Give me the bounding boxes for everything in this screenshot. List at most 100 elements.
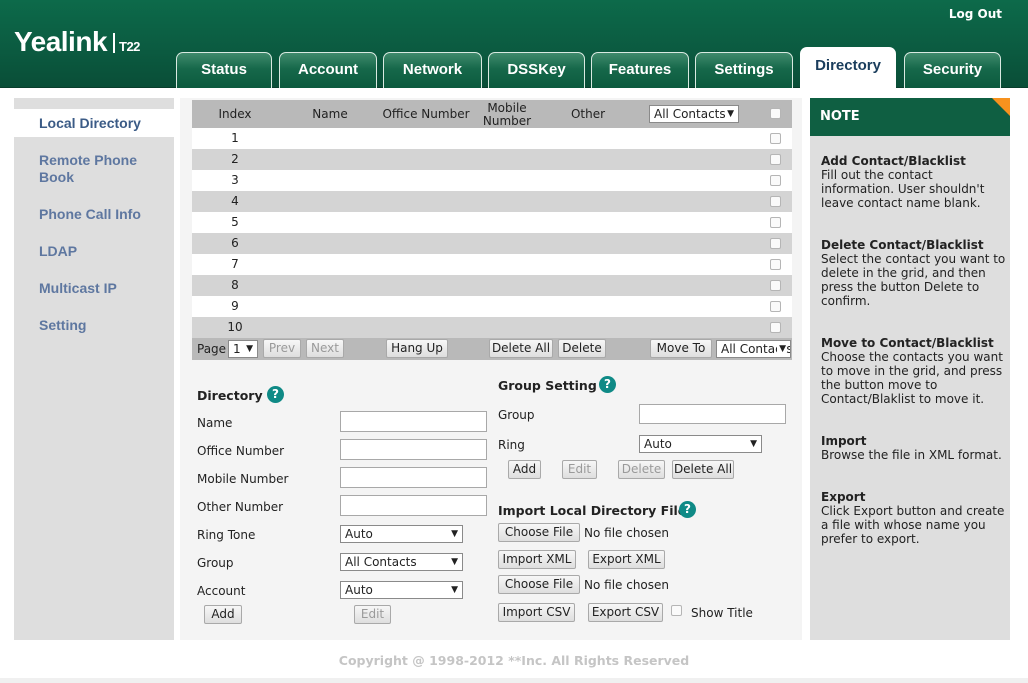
help-icon[interactable]: ? [599, 376, 616, 393]
row-index: 6 [231, 236, 239, 250]
name-label: Name [197, 416, 233, 430]
tab-dsskey[interactable]: DSSKey [488, 52, 585, 88]
next-button[interactable]: Next [306, 339, 344, 358]
csv-file-status: No file chosen [584, 578, 670, 592]
group-name-input[interactable] [639, 404, 786, 424]
row-index: 2 [231, 152, 239, 166]
tab-status[interactable]: Status [176, 52, 272, 88]
tab-account[interactable]: Account [279, 52, 377, 88]
show-title-checkbox[interactable] [671, 605, 682, 616]
table-row[interactable]: 2 [192, 149, 792, 170]
sidebar: Local Directory Remote Phone Book Phone … [14, 98, 174, 640]
sidebar-item-phone-call-info[interactable]: Phone Call Info [14, 206, 174, 223]
name-input[interactable] [340, 411, 487, 432]
note-panel: NOTE Add Contact/Blacklist Fill out the … [810, 98, 1010, 640]
export-csv-button[interactable]: Export CSV [588, 603, 663, 622]
other-number-input[interactable] [340, 495, 487, 516]
page-label: Page [197, 342, 227, 356]
ring-tone-select[interactable]: Auto ▼ [340, 525, 463, 543]
sidebar-item-multicast-ip[interactable]: Multicast IP [14, 280, 174, 297]
delete-all-groups-button[interactable]: Delete All [672, 460, 734, 479]
note-section-title: Delete Contact/Blacklist [821, 238, 984, 252]
table-row[interactable]: 10 [192, 317, 792, 338]
export-xml-button[interactable]: Export XML [588, 550, 665, 569]
table-row[interactable]: 4 [192, 191, 792, 212]
row-checkbox[interactable] [770, 133, 781, 144]
contacts-filter-select[interactable]: All Contacts ▼ [649, 105, 739, 123]
table-row[interactable]: 7 [192, 254, 792, 275]
help-icon[interactable]: ? [267, 386, 284, 403]
prev-button[interactable]: Prev [263, 339, 301, 358]
table-row[interactable]: 5 [192, 212, 792, 233]
choose-csv-file-button[interactable]: Choose File [498, 575, 580, 594]
grid-header: Index Name Office Number Mobile Number O… [192, 100, 792, 149]
main-content: Index Name Office Number Mobile Number O… [180, 98, 802, 640]
row-checkbox[interactable] [770, 217, 781, 228]
group-select[interactable]: All Contacts ▼ [340, 553, 463, 571]
edit-group-button[interactable]: Edit [562, 460, 597, 479]
page-value: 1 [233, 342, 241, 356]
add-group-button[interactable]: Add [508, 460, 541, 479]
row-checkbox[interactable] [770, 154, 781, 165]
import-xml-button[interactable]: Import XML [498, 550, 576, 569]
chevron-down-icon: ▼ [777, 341, 786, 357]
note-section-text: Choose the contacts you want to move in … [821, 350, 1003, 406]
delete-all-button[interactable]: Delete All [489, 339, 553, 358]
move-target-select[interactable]: All Contacts ▼ [716, 340, 791, 358]
other-number-label: Other Number [197, 500, 284, 514]
delete-group-button[interactable]: Delete [618, 460, 665, 479]
logout-link[interactable]: Log Out [949, 7, 1002, 21]
chevron-down-icon: ▼ [451, 557, 458, 567]
choose-xml-file-button[interactable]: Choose File [498, 523, 580, 542]
col-mobile-number: Mobile Number [482, 101, 532, 128]
row-index: 9 [231, 299, 239, 313]
row-checkbox[interactable] [770, 259, 781, 270]
import-csv-button[interactable]: Import CSV [498, 603, 575, 622]
office-number-label: Office Number [197, 444, 285, 458]
table-row[interactable]: 3 [192, 170, 792, 191]
account-select[interactable]: Auto ▼ [340, 581, 463, 599]
copyright-footer: Copyright @ 1998-2012 **Inc. All Rights … [338, 653, 690, 668]
sidebar-item-local-directory[interactable]: Local Directory [14, 109, 174, 137]
office-number-input[interactable] [340, 439, 487, 460]
row-checkbox[interactable] [770, 175, 781, 186]
mobile-number-input[interactable] [340, 467, 487, 488]
row-checkbox[interactable] [770, 238, 781, 249]
col-index: Index [218, 107, 252, 121]
chevron-down-icon: ▼ [750, 439, 757, 449]
sidebar-item-ldap[interactable]: LDAP [14, 243, 174, 260]
delete-button[interactable]: Delete [558, 339, 606, 358]
row-checkbox[interactable] [770, 301, 781, 312]
edit-contact-button[interactable]: Edit [354, 605, 391, 624]
page-select[interactable]: 1 ▼ [228, 340, 258, 358]
help-icon[interactable]: ? [679, 501, 696, 518]
grid-pager: Page 1 ▼ Prev Next Hang Up Delete All Del… [192, 338, 792, 360]
row-checkbox[interactable] [770, 322, 781, 333]
xml-file-status: No file chosen [584, 526, 670, 540]
row-index: 1 [231, 131, 239, 145]
tab-network[interactable]: Network [383, 52, 482, 88]
table-row[interactable]: 6 [192, 233, 792, 254]
group-label: Group [197, 556, 234, 570]
table-row[interactable]: 1 [192, 128, 792, 149]
contacts-grid: Index Name Office Number Mobile Number O… [192, 100, 792, 360]
group-ring-select[interactable]: Auto ▼ [639, 435, 762, 453]
tab-features[interactable]: Features [591, 52, 689, 88]
ring-tone-label: Ring Tone [197, 528, 256, 542]
tab-security[interactable]: Security [904, 52, 1001, 88]
table-row[interactable]: 8 [192, 275, 792, 296]
tab-settings[interactable]: Settings [695, 52, 793, 88]
sidebar-item-remote-phone-book[interactable]: Remote Phone Book [14, 152, 154, 186]
row-checkbox[interactable] [770, 280, 781, 291]
move-to-button[interactable]: Move To [650, 339, 712, 358]
sidebar-item-setting[interactable]: Setting [14, 317, 174, 334]
row-checkbox[interactable] [770, 196, 781, 207]
tab-directory[interactable]: Directory [800, 47, 896, 88]
table-row[interactable]: 9 [192, 296, 792, 317]
select-all-checkbox[interactable] [770, 108, 781, 119]
note-section-text: Browse the file in XML format. [821, 448, 1002, 462]
add-contact-button[interactable]: Add [204, 605, 242, 624]
hang-up-button[interactable]: Hang Up [386, 339, 448, 358]
note-section-title: Import [821, 434, 867, 448]
group-setting-ring-label: Ring [498, 438, 525, 452]
